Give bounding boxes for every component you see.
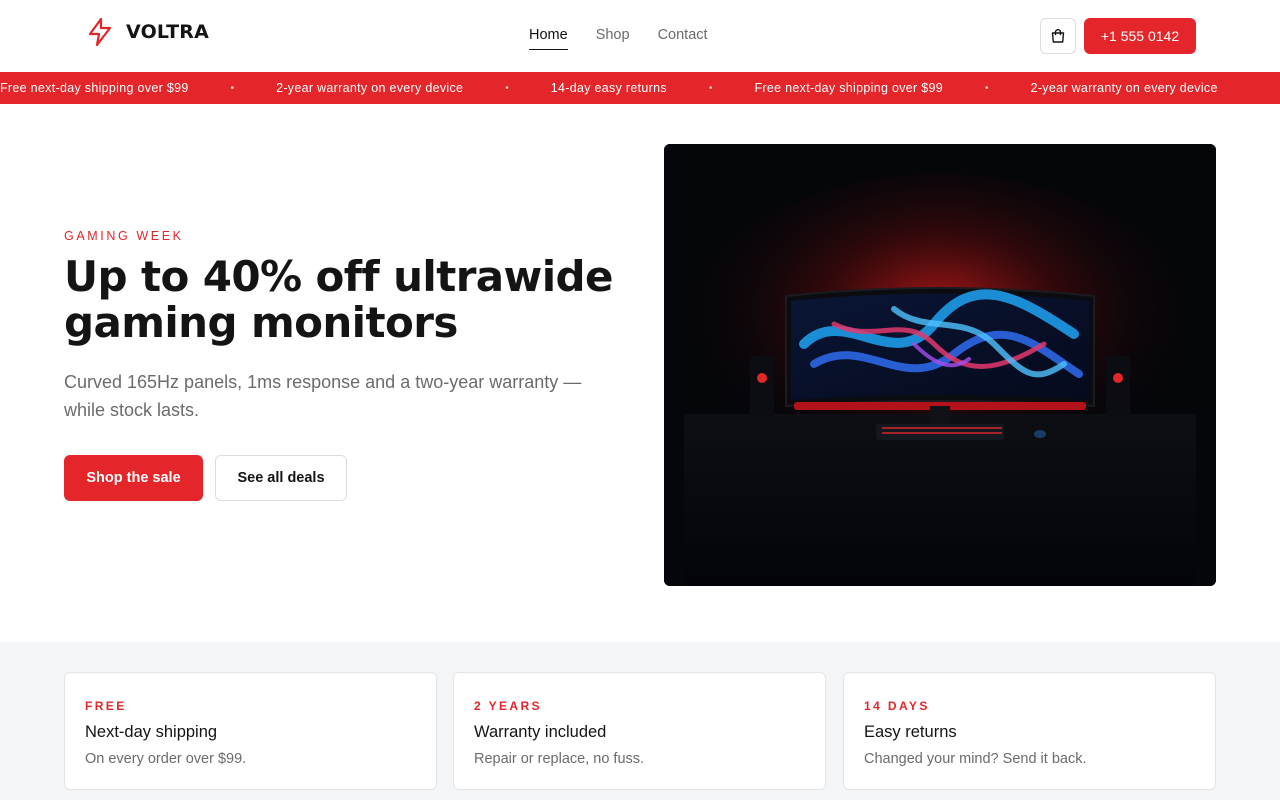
main-nav: Home Shop Contact [529,27,708,50]
site-header: VOLTRA Home Shop Contact +1 555 0142 [0,0,1280,72]
ticker-separator: • [985,82,989,94]
ticker-separator: • [230,82,235,94]
ultrawide-monitor-product-image [664,144,1216,586]
feature-card-title: Next-day shipping [85,723,218,741]
shop-the-sale-button[interactable]: Shop the sale [64,455,203,501]
ticker-separator: • [708,82,713,94]
feature-card-text: On every order over $99. [85,751,247,767]
feature-card-eyebrow: 2 YEARS [474,699,542,713]
feature-card-text: Changed your mind? Send it back. [864,751,1087,767]
see-all-deals-button[interactable]: See all deals [215,455,347,501]
hero-subtitle: Curved 165Hz panels, 1ms response and a … [64,372,582,420]
feature-card-warranty: 2 YEARS Warranty included Repair or repl… [453,672,826,790]
feature-card-eyebrow: 14 DAYS [864,699,930,713]
ticker-item: Free next-day shipping over $99 [754,81,944,95]
feature-card-returns: 14 DAYS Easy returns Changed your mind? … [843,672,1216,790]
monitor-illustration [664,144,1216,586]
ticker-item: 14-day easy returns [550,81,667,95]
feature-card-title: Easy returns [864,723,957,741]
nav-item-contact[interactable]: Contact [658,27,708,50]
feature-card-title: Warranty included [474,723,607,741]
hero-title: Up to 40% off ultrawide gaming monitors [64,252,614,347]
feature-card-eyebrow: FREE [85,699,127,713]
ticker-separator: • [505,82,509,94]
feature-card-shipping: FREE Next-day shipping On every order ov… [64,672,437,790]
lightning-bolt-icon [88,17,112,47]
nav-item-home[interactable]: Home [529,27,568,50]
phone-call-button[interactable]: +1 555 0142 [1084,18,1196,54]
ticker-item: 2-year warranty on every device [1030,81,1218,95]
nav-item-shop[interactable]: Shop [596,27,630,50]
hero-eyebrow: GAMING WEEK [64,229,184,243]
ticker-item: Free next-day shipping over $99 [0,81,189,95]
brand-logo[interactable]: VOLTRA [86,17,209,47]
cart-button[interactable] [1040,18,1076,54]
ticker-item: 2-year warranty on every device [276,81,464,95]
ticker-track: Free next-day shipping over $99 • 2-year… [0,72,1218,104]
brand-name: VOLTRA [126,21,209,43]
feature-card-text: Repair or replace, no fuss. [474,751,645,767]
shopping-bag-icon [1051,29,1065,43]
promo-ticker: Free next-day shipping over $99 • 2-year… [0,72,1280,104]
